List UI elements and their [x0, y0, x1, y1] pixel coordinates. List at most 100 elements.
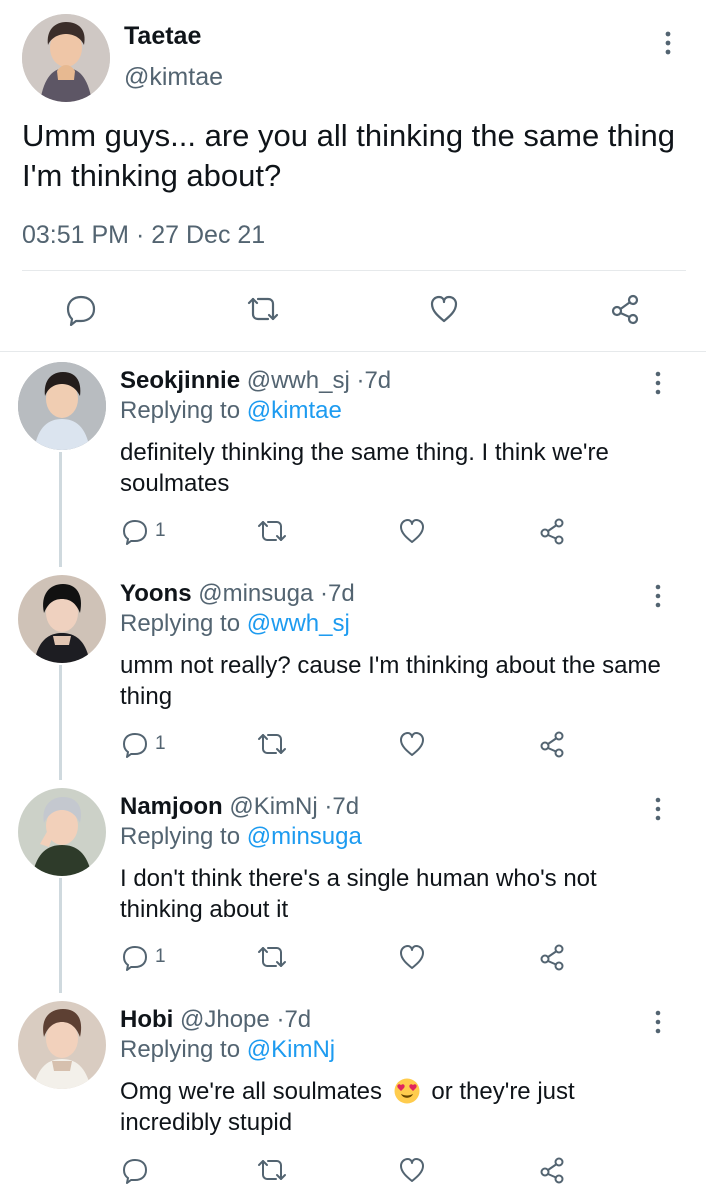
like-icon: [427, 292, 461, 326]
retweet-icon: [245, 292, 281, 326]
main-tweet-avatar[interactable]: [22, 14, 110, 102]
share-button[interactable]: [537, 516, 567, 546]
main-tweet-name[interactable]: Taetae: [124, 22, 201, 50]
replying-to-link[interactable]: @wwh_sj: [247, 610, 350, 637]
reply-header: Yoons @minsuga ·7d: [120, 579, 355, 609]
like-icon: [397, 1155, 427, 1185]
reply-avatar[interactable]: [18, 788, 106, 876]
reply-context: Replying to @KimNj: [120, 1035, 335, 1065]
reply-handle[interactable]: @minsuga: [198, 580, 313, 607]
like-button[interactable]: [427, 292, 461, 326]
reply-button[interactable]: 1: [120, 729, 166, 759]
reply-text: I don't think there's a single human who…: [120, 865, 597, 923]
reply-count: 1: [155, 946, 166, 967]
reply-avatar[interactable]: [18, 362, 106, 450]
reply-name[interactable]: Namjoon: [120, 793, 223, 820]
meta-separator: ·: [135, 221, 145, 249]
like-icon: [397, 729, 427, 759]
reply-age: 7d: [284, 1006, 312, 1033]
reply-header: Namjoon @KimNj ·7d: [120, 792, 359, 822]
main-tweet-meta: 03:51 PM · 27 Dec 21: [22, 220, 265, 250]
share-button[interactable]: [537, 729, 567, 759]
reply-icon: [120, 1155, 150, 1185]
like-icon: [397, 516, 427, 546]
reply-name[interactable]: Hobi: [120, 1006, 173, 1033]
reply-handle[interactable]: @KimNj: [229, 793, 317, 820]
share-icon: [537, 516, 567, 546]
reply-button[interactable]: [120, 1155, 155, 1185]
reply-count: 1: [155, 520, 166, 541]
retweet-button[interactable]: [256, 729, 288, 759]
reply-count: 1: [155, 733, 166, 754]
share-icon: [608, 292, 642, 326]
replying-label: Replying to: [120, 397, 247, 424]
reply-handle[interactable]: @Jhope: [180, 1006, 270, 1033]
reply-avatar[interactable]: [18, 1001, 106, 1089]
more-vertical-icon[interactable]: [646, 368, 670, 398]
replying-to-link[interactable]: @minsuga: [247, 823, 362, 850]
reply-button[interactable]: [64, 292, 98, 326]
replying-to-link[interactable]: @kimtae: [247, 397, 342, 424]
like-button[interactable]: [397, 729, 427, 759]
reply-thread: Seokjinnie @wwh_sj ·7d Replying to @kimt…: [0, 352, 706, 1200]
reply-age: 7d: [364, 367, 392, 394]
share-button[interactable]: [537, 942, 567, 972]
reply-text: definitely thinking the same thing. I th…: [120, 439, 609, 497]
reply-tweet[interactable]: Seokjinnie @wwh_sj ·7d Replying to @kimt…: [0, 352, 706, 567]
reply-header: Seokjinnie @wwh_sj ·7d: [120, 366, 391, 396]
main-tweet: Taetae @kimtae Umm guys... are you all t…: [0, 0, 706, 352]
like-icon: [397, 942, 427, 972]
reply-icon: [120, 729, 150, 759]
like-button[interactable]: [397, 1155, 427, 1185]
replying-label: Replying to: [120, 823, 247, 850]
reply-avatar[interactable]: [18, 575, 106, 663]
retweet-button[interactable]: [256, 942, 288, 972]
reply-header: Hobi @Jhope ·7d: [120, 1005, 311, 1035]
share-icon: [537, 729, 567, 759]
more-vertical-icon[interactable]: [646, 794, 670, 824]
heart-eyes-emoji-icon: [393, 1077, 421, 1105]
reply-name[interactable]: Seokjinnie: [120, 367, 240, 394]
retweet-icon: [256, 1155, 288, 1185]
reply-context: Replying to @wwh_sj: [120, 609, 350, 639]
retweet-icon: [256, 516, 288, 546]
tweet-date: 27 Dec 21: [151, 221, 266, 249]
reply-tweet[interactable]: Yoons @minsuga ·7d Replying to @wwh_sj u…: [0, 565, 706, 780]
reply-name[interactable]: Yoons: [120, 580, 192, 607]
reply-handle[interactable]: @wwh_sj: [247, 367, 350, 394]
reply-tweet[interactable]: Hobi @Jhope ·7d Replying to @KimNj Omg w…: [0, 991, 706, 1200]
retweet-button[interactable]: [256, 516, 288, 546]
replying-label: Replying to: [120, 1036, 247, 1063]
share-icon: [537, 1155, 567, 1185]
reply-text: umm not really? cause I'm thinking about…: [120, 652, 661, 710]
thread-line: [59, 452, 62, 567]
tweet-time: 03:51 PM: [22, 221, 130, 249]
main-tweet-handle[interactable]: @kimtae: [124, 63, 223, 91]
main-tweet-text: Umm guys... are you all thinking the sam…: [22, 118, 676, 193]
more-vertical-icon[interactable]: [646, 581, 670, 611]
main-tweet-divider: [22, 270, 686, 271]
reply-text: Omg we're all soulmates or they're just …: [120, 1076, 680, 1138]
reply-age: 7d: [327, 580, 355, 607]
share-icon: [537, 942, 567, 972]
more-vertical-icon[interactable]: [646, 1007, 670, 1037]
reply-separator: ·: [319, 580, 328, 607]
reply-context: Replying to @minsuga: [120, 822, 362, 852]
reply-icon: [120, 516, 150, 546]
retweet-icon: [256, 729, 288, 759]
reply-button[interactable]: 1: [120, 516, 166, 546]
retweet-button[interactable]: [256, 1155, 288, 1185]
like-button[interactable]: [397, 516, 427, 546]
reply-button[interactable]: 1: [120, 942, 166, 972]
like-button[interactable]: [397, 942, 427, 972]
share-button[interactable]: [537, 1155, 567, 1185]
thread-line: [59, 878, 62, 993]
replying-to-link[interactable]: @KimNj: [247, 1036, 335, 1063]
retweet-button[interactable]: [245, 292, 281, 326]
more-vertical-icon[interactable]: [656, 28, 680, 58]
reply-tweet[interactable]: Namjoon @KimNj ·7d Replying to @minsuga …: [0, 778, 706, 993]
reply-icon: [64, 292, 98, 326]
share-button[interactable]: [608, 292, 642, 326]
reply-icon: [120, 942, 150, 972]
retweet-icon: [256, 942, 288, 972]
